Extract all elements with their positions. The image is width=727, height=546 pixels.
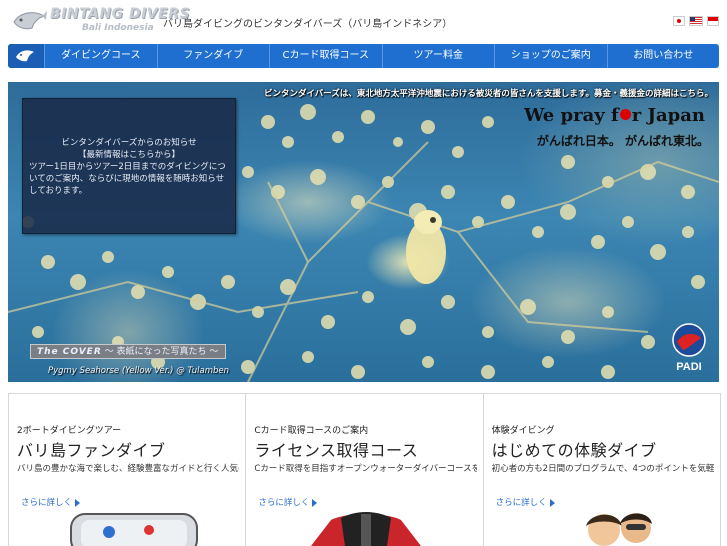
site-logo[interactable]: BINTANG DIVERS Bali Indonesia [12,6,190,38]
pray-text-part1: We pray f [524,105,619,126]
nav-item-shop-info[interactable]: ショップのご案内 [494,44,607,68]
indonesia-flag-icon[interactable] [707,16,719,26]
site-tagline: バリ島ダイビングのビンタンダイバーズ（バリ島インドネシア） [163,19,453,30]
japan-flag-icon[interactable] [673,16,685,26]
card-fun-dive: 2ボートダイビングツアー バリ島ファンダイブ バリ島の豊かな海で楽しむ、経験豊富… [9,394,247,546]
language-switcher [673,16,719,26]
nav-item-fun-dive[interactable]: ファンダイブ [156,44,270,68]
more-link-label: さらに詳しく [495,498,547,508]
nav-item-tour-price[interactable]: ツアー料金 [381,44,495,68]
info-box-subtitle: 【最新情報はこちらから】 [77,150,180,160]
info-box-body: ツアー1日目からツアー2日目までのダイビングについてのご案内、ならびに現地の情報… [29,162,226,196]
more-link-label: さらに詳しく [21,498,73,508]
photo-caption: Pygmy Seahorse (Yellow Ver.) @ Tulamben [48,366,229,376]
ganbare-text: がんばれ日本。 がんばれ東北。 [536,134,709,148]
info-box-title: ビンタンダイバーズからのお知らせ [61,138,197,148]
card-description: バリ島の豊かな海で楽しむ、経験豊富なガイドと行く人気のボートダイビングツアーです… [17,464,239,474]
kids-photo-image [585,513,652,546]
japan-sun-icon [619,109,631,120]
site-header: BINTANG DIVERS Bali Indonesia バリ島ダイビングのビ… [0,0,727,44]
nav-home-button[interactable] [8,44,44,68]
hero-banner: ビンタンダイバーズは、東北地方太平洋沖地震における被災者の皆さんを支援します。募… [8,82,719,382]
card-kicker: Cカード取得コースのご案内 [254,426,369,436]
dive-bag-image [70,513,198,546]
main-nav: ダイビングコース ファンダイブ Cカード取得コース ツアー料金 ショップのご案内… [8,44,719,68]
nav-item-contact[interactable]: お問い合わせ [606,44,720,68]
card-heading: ライセンス取得コース [254,441,419,460]
cover-title-bar: The COVER 〜 表紙になった写真たち 〜 [30,344,226,359]
wetsuit-image [311,512,422,546]
card-description: Cカード取得を目指すオープンウォーターダイバーコースをバリ島で受講できます。 [254,464,476,474]
cover-subtitle: 〜 表紙になった写真たち 〜 [104,347,219,357]
fish-icon [16,50,34,62]
arrow-right-icon [312,498,318,507]
card-kicker: 体験ダイビング [491,426,555,436]
card-trial-dive: 体験ダイビング はじめての体験ダイブ 初心者の方も2日間のプログラムで、4つのポ… [484,394,720,546]
pray-text-part2: r Japan [631,105,705,126]
more-link-label: さらに詳しく [258,498,310,508]
usa-flag-icon[interactable] [689,16,703,26]
fish-logo-icon [13,11,47,30]
info-box: ビンタンダイバーズからのお知らせ 【最新情報はこちらから】 ツアー1日目からツア… [22,98,236,234]
card-heading: はじめての体験ダイブ [491,441,657,460]
nav-item-diving-course[interactable]: ダイビングコース [44,44,157,68]
feature-cards: 2ボートダイビングツアー バリ島ファンダイブ バリ島の豊かな海で楽しむ、経験豊富… [8,393,721,546]
nav-item-c-card[interactable]: Cカード取得コース [269,44,382,68]
arrow-right-icon [75,498,81,507]
logo-subtext: Bali Indonesia [82,23,154,33]
card-more-link[interactable]: さらに詳しく [258,496,318,508]
card-kicker: 2ボートダイビングツアー [17,426,122,436]
padi-label: PADI [676,361,701,373]
card-description: 初心者の方も2日間のプログラムで、4つのポイントを気軽に楽しめる体験ダイブです。 [491,464,714,474]
card-license: Cカード取得コースのご案内 ライセンス取得コース Cカード取得を目指すオープンウ… [246,394,484,546]
card-more-link[interactable]: さらに詳しく [496,496,555,508]
cover-title: The COVER [37,347,102,357]
padi-logo: PADI [672,323,706,373]
card-heading: バリ島ファンダイブ [17,441,166,460]
pray-for-japan-text: We pray f r Japan [524,105,705,126]
earthquake-support-notice[interactable]: ビンタンダイバーズは、東北地方太平洋沖地震における被災者の皆さんを支援します。募… [264,87,713,99]
arrow-right-icon [549,498,555,507]
card-more-link[interactable]: さらに詳しく [21,496,81,508]
